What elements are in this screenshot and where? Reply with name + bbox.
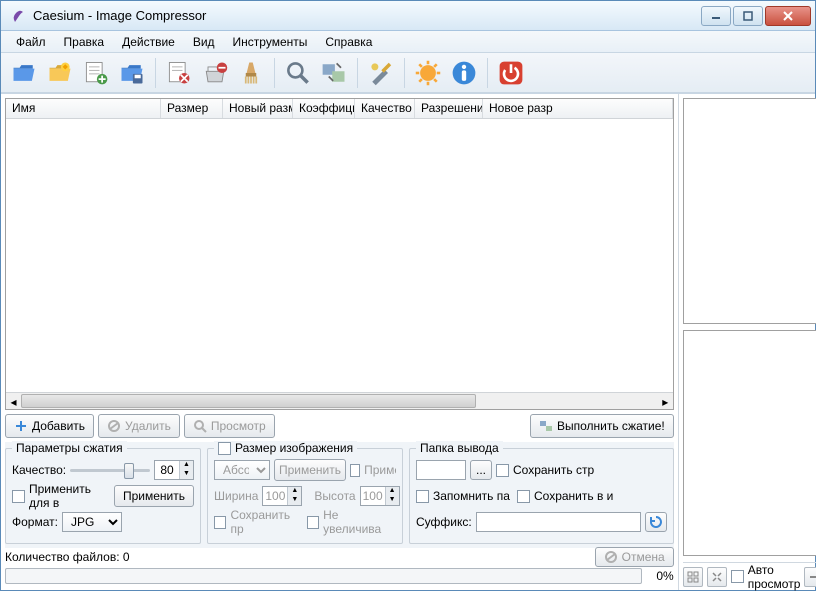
menubar: Файл Правка Действие Вид Инструменты Спр… [1, 31, 815, 53]
height-spinbox[interactable]: ▲▼ [360, 486, 400, 506]
save-in-checkbox[interactable] [517, 490, 530, 503]
image-size-group: Размер изображения Абсол Применить Приме… [207, 448, 403, 544]
reset-suffix-button[interactable] [645, 512, 667, 532]
app-icon [11, 8, 27, 24]
file-count-label: Количество файлов: 0 [5, 550, 130, 564]
preview-button[interactable]: Просмотр [184, 414, 275, 438]
compress-icon [539, 419, 553, 433]
format-select[interactable]: JPG [62, 512, 122, 532]
output-group: Папка вывода ... Сохранить стр Запомнить… [409, 448, 674, 544]
column-resolution[interactable]: Разрешени [415, 99, 483, 118]
zoom-out-button[interactable] [804, 567, 816, 587]
save-list-icon[interactable] [115, 56, 149, 90]
forbidden-icon [604, 550, 618, 564]
auto-preview-checkbox[interactable] [731, 570, 744, 583]
width-spinbox[interactable]: ▲▼ [262, 486, 302, 506]
keep-structure-checkbox[interactable] [496, 464, 509, 477]
open-file-icon[interactable] [7, 56, 41, 90]
column-quality[interactable]: Качество [355, 99, 415, 118]
remove-item-icon[interactable] [162, 56, 196, 90]
minimize-button[interactable] [701, 6, 731, 26]
add-button[interactable]: Добавить [5, 414, 94, 438]
column-ratio[interactable]: Коэффици [293, 99, 355, 118]
no-enlarge-checkbox[interactable] [307, 516, 319, 529]
fit-window-button[interactable] [707, 567, 727, 587]
menu-help[interactable]: Справка [316, 33, 381, 51]
column-newsize[interactable]: Новый разм [223, 99, 293, 118]
brush-icon[interactable] [234, 56, 268, 90]
info-icon[interactable] [447, 56, 481, 90]
app-window: Caesium - Image Compressor Файл Правка Д… [0, 0, 816, 591]
quality-slider[interactable] [70, 461, 150, 479]
settings-icon[interactable] [364, 56, 398, 90]
maximize-button[interactable] [733, 6, 763, 26]
quality-label: Качество: [12, 463, 66, 477]
titlebar: Caesium - Image Compressor [1, 1, 815, 31]
progress-bar [5, 568, 642, 584]
menu-tools[interactable]: Инструменты [224, 33, 317, 51]
clear-list-icon[interactable] [198, 56, 232, 90]
remove-button[interactable]: Удалить [98, 414, 180, 438]
suffix-input[interactable] [476, 512, 641, 532]
compress-button[interactable]: Выполнить сжатие! [530, 414, 674, 438]
column-newres[interactable]: Новое разр [483, 99, 673, 118]
horizontal-scrollbar[interactable]: ◂ ▸ [6, 392, 673, 409]
quality-spinbox[interactable]: ▲▼ [154, 460, 194, 480]
resize-mode-select[interactable]: Абсол [214, 460, 270, 480]
toolbar [1, 53, 815, 93]
menu-file[interactable]: Файл [7, 33, 55, 51]
resize-enable-checkbox[interactable] [218, 442, 231, 455]
zoom-icon[interactable] [281, 56, 315, 90]
table-body[interactable] [6, 119, 673, 392]
open-folder-icon[interactable] [43, 56, 77, 90]
fit-original-button[interactable] [683, 567, 703, 587]
menu-view[interactable]: Вид [184, 33, 224, 51]
keep-ratio-checkbox[interactable] [214, 516, 226, 529]
remember-path-checkbox[interactable] [416, 490, 429, 503]
apply-size-checkbox[interactable] [350, 464, 360, 477]
progress-percent: 0% [646, 569, 674, 583]
apply-quality-button[interactable]: Применить [114, 485, 194, 507]
preview-compressed [683, 330, 816, 556]
file-table: Имя Размер Новый разм Коэффици Качество … [5, 98, 674, 410]
window-title: Caesium - Image Compressor [33, 8, 701, 23]
close-button[interactable] [765, 6, 811, 26]
column-size[interactable]: Размер [161, 99, 223, 118]
browse-button[interactable]: ... [470, 460, 492, 480]
update-icon[interactable] [411, 56, 445, 90]
forbidden-icon [107, 419, 121, 433]
menu-edit[interactable]: Правка [55, 33, 114, 51]
plus-icon [14, 419, 28, 433]
cancel-button[interactable]: Отмена [595, 547, 674, 567]
apply-size-button[interactable]: Применить [274, 459, 346, 481]
magnifier-icon [193, 419, 207, 433]
same-for-all-checkbox[interactable] [12, 490, 25, 503]
add-list-icon[interactable] [79, 56, 113, 90]
refresh-icon [650, 516, 662, 528]
compression-group: Параметры сжатия Качество: ▲▼ Применить … [5, 448, 201, 544]
output-path-input[interactable] [416, 460, 466, 480]
compress-icon[interactable] [317, 56, 351, 90]
menu-action[interactable]: Действие [113, 33, 184, 51]
preview-original [683, 98, 816, 324]
exit-icon[interactable] [494, 56, 528, 90]
format-label: Формат: [12, 515, 58, 529]
column-name[interactable]: Имя [6, 99, 161, 118]
